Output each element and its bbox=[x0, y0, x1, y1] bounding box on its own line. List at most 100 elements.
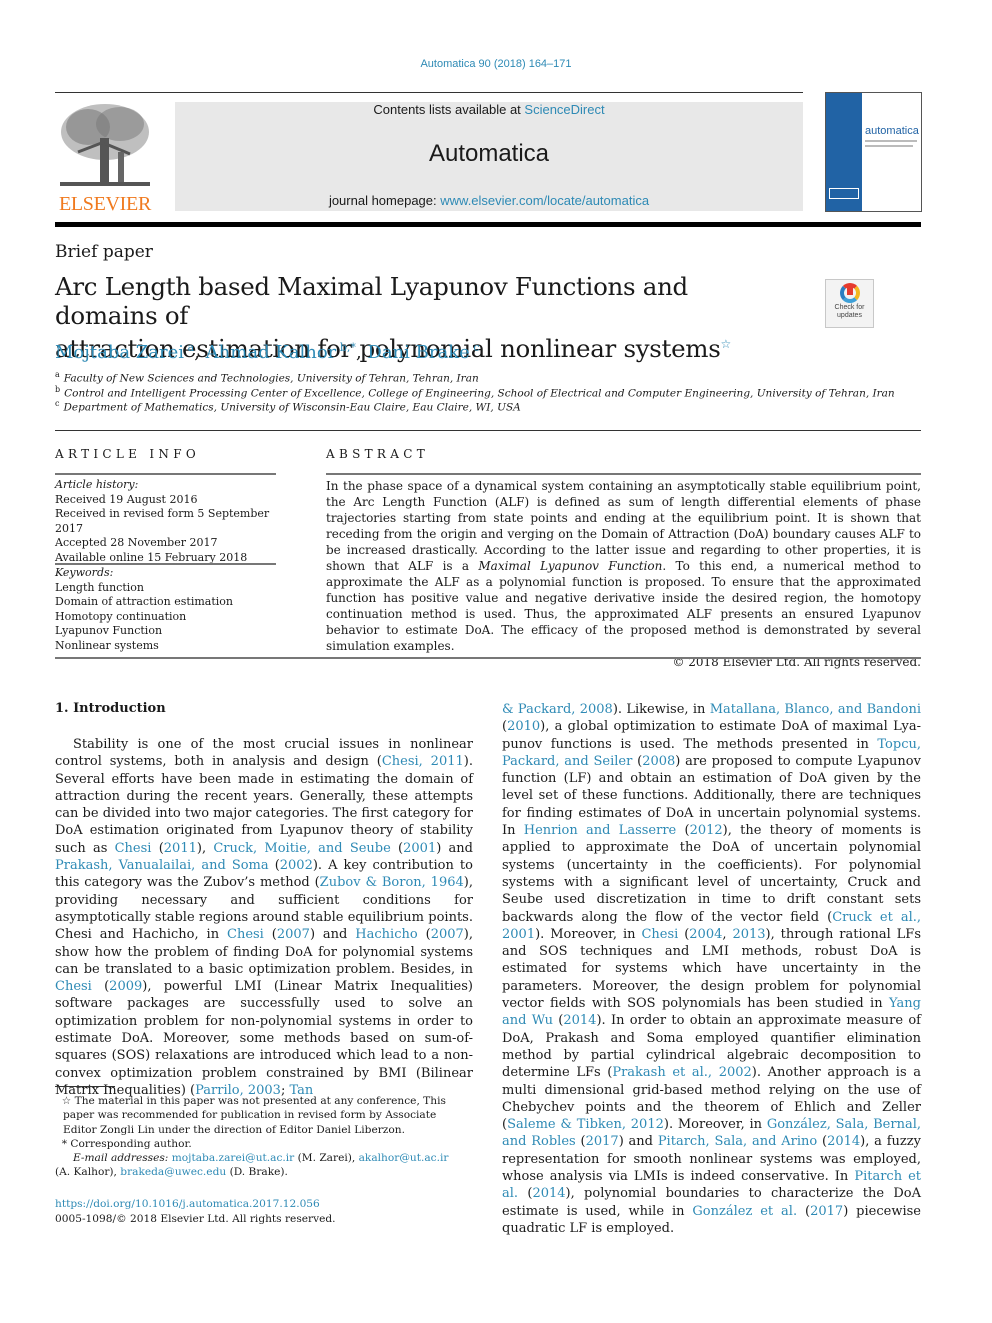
article-history: Article history: Received 19 August 2016… bbox=[55, 478, 280, 565]
cover-title: automatica bbox=[865, 125, 919, 137]
citation-link[interactable]: 2007 bbox=[277, 927, 310, 942]
citation-link[interactable]: 2014 bbox=[827, 1134, 860, 1149]
author-link[interactable]: Mojtaba Zarei bbox=[55, 342, 184, 363]
citation-link[interactable]: Prakash et al., 2002 bbox=[612, 1065, 751, 1080]
keyword-item: Length function bbox=[55, 580, 144, 594]
citation-link[interactable]: González et al. bbox=[692, 1204, 797, 1219]
elsevier-wordmark: ELSEVIER bbox=[58, 193, 152, 215]
citation-link[interactable]: 2009 bbox=[109, 979, 142, 994]
footnote-emails: E-mail addresses: mojtaba.zarei@ut.ac.ir… bbox=[55, 1152, 449, 1179]
footnote-rule bbox=[55, 1086, 115, 1087]
citation-link[interactable]: Saleme & Tibken, 2012 bbox=[507, 1117, 664, 1132]
email-label: E-mail addresses: bbox=[73, 1152, 169, 1165]
author-affil-sup[interactable]: c bbox=[473, 341, 479, 354]
citation-link[interactable]: Pitarch, Sala, and Arino bbox=[658, 1134, 817, 1149]
body-text: ) and bbox=[618, 1134, 658, 1150]
citation-link[interactable]: Hachicho bbox=[355, 927, 417, 942]
body-text: ( bbox=[676, 823, 690, 839]
citation-link[interactable]: Henrion and Lasserre bbox=[524, 823, 676, 838]
citation-link[interactable]: 2002 bbox=[280, 858, 313, 873]
citation-link[interactable]: & Packard, 2008 bbox=[502, 702, 613, 717]
contents-prefix: Contents lists available at bbox=[373, 102, 525, 117]
body-text: ( bbox=[552, 1013, 564, 1029]
citation-link[interactable]: 2004 bbox=[689, 927, 722, 942]
doi-block: https://doi.org/10.1016/j.automatica.201… bbox=[55, 1197, 336, 1227]
citation-link[interactable]: Zubov & Boron, 1964 bbox=[320, 875, 464, 890]
affiliation-text: Control and Intelligent Processing Cente… bbox=[64, 387, 895, 400]
author-list: Mojtaba Zarei a, Ahmad Kalhor b,*, Dani … bbox=[55, 341, 480, 363]
check-for-updates-button[interactable]: Check for updates bbox=[825, 279, 874, 328]
citation-link[interactable]: 2011 bbox=[164, 841, 197, 856]
body-text: ) and bbox=[309, 927, 356, 943]
asterisk-icon: * bbox=[61, 1137, 68, 1150]
crossmark-label-2: updates bbox=[837, 312, 862, 319]
author-link[interactable]: Dani Brake bbox=[367, 342, 469, 363]
body-text: ( bbox=[678, 926, 690, 942]
body-text: ), a global optimization to estimate DoA… bbox=[502, 719, 921, 752]
header-rule bbox=[55, 92, 803, 93]
email-link[interactable]: akalhor@ut.ac.ir bbox=[359, 1152, 449, 1164]
citation-link[interactable]: 2010 bbox=[507, 719, 540, 734]
abstract-emphasis: Maximal Lyapunov Function bbox=[478, 559, 663, 573]
tree-icon bbox=[60, 104, 150, 186]
author-link[interactable]: Ahmad Kalhor bbox=[206, 342, 337, 363]
citation-link[interactable]: 2013 bbox=[732, 927, 765, 942]
section-divider bbox=[55, 430, 921, 431]
title-line-1: Arc Length based Maximal Lyapunov Functi… bbox=[55, 272, 688, 330]
affiliation-mark: a bbox=[55, 370, 60, 379]
section-heading-introduction: 1. Introduction bbox=[55, 701, 166, 716]
citation-link[interactable]: Chesi bbox=[55, 979, 92, 994]
citation-link[interactable]: 2017 bbox=[810, 1204, 843, 1219]
keyword-item: Homotopy continuation bbox=[55, 609, 187, 623]
body-text: ( bbox=[797, 1203, 811, 1219]
doi-link[interactable]: https://doi.org/10.1016/j.automatica.201… bbox=[55, 1197, 336, 1212]
affiliation-mark: c bbox=[55, 399, 60, 408]
body-text: ( bbox=[417, 927, 431, 943]
history-item: Received in revised form 5 September 201… bbox=[55, 507, 270, 535]
body-text: ) and bbox=[436, 840, 473, 856]
footnote-star: ☆ The material in this paper was not pre… bbox=[55, 1094, 473, 1137]
citation-link[interactable]: 2014 bbox=[532, 1186, 565, 1201]
footnote-text: The material in this paper was not prese… bbox=[63, 1095, 446, 1136]
header-thick-rule bbox=[55, 222, 921, 227]
cover-subtitle-line bbox=[865, 145, 913, 147]
elsevier-logo[interactable]: ELSEVIER bbox=[55, 102, 155, 215]
footnote-text: Corresponding author. bbox=[70, 1137, 192, 1150]
citation-link[interactable]: Prakash, Vanualailai, and Soma bbox=[55, 858, 269, 873]
sciencedirect-link[interactable]: ScienceDirect bbox=[524, 102, 604, 117]
divider bbox=[55, 473, 276, 475]
citation-link[interactable]: Matallana, Blanco, and Bandoni bbox=[710, 702, 921, 717]
homepage-prefix: journal homepage: bbox=[328, 193, 441, 208]
citation-link[interactable]: Chesi bbox=[641, 927, 678, 942]
body-column-right: & Packard, 2008). Likewise, in Matallana… bbox=[502, 701, 921, 1237]
author-affil-sup[interactable]: b,* bbox=[340, 341, 356, 354]
journal-reference-link[interactable]: Automatica 90 (2018) 164–171 bbox=[0, 58, 992, 70]
body-text: ), powerful LMI (Linear Matrix Inequalit… bbox=[55, 979, 473, 1098]
journal-cover-thumbnail[interactable]: automatica bbox=[825, 92, 922, 212]
citation-link[interactable]: 2012 bbox=[690, 823, 723, 838]
citation-link[interactable]: 2008 bbox=[642, 754, 675, 769]
body-text: ( bbox=[817, 1134, 828, 1150]
citation-link[interactable]: Chesi, 2011 bbox=[382, 754, 464, 769]
citation-link[interactable]: Chesi bbox=[227, 927, 264, 942]
citation-link[interactable]: Cruck, Moitie, and Seube bbox=[213, 841, 390, 856]
citation-link[interactable]: 2017 bbox=[586, 1134, 619, 1149]
citation-link[interactable]: 2014 bbox=[563, 1013, 596, 1028]
citation-link[interactable]: 2007 bbox=[431, 927, 464, 942]
citation-link[interactable]: Chesi bbox=[115, 841, 152, 856]
email-owner: (M. Zarei) bbox=[297, 1152, 352, 1165]
body-text: ( bbox=[151, 840, 164, 856]
body-text: ( bbox=[263, 927, 277, 943]
journal-homepage-link[interactable]: www.elsevier.com/locate/automatica bbox=[440, 193, 649, 208]
email-link[interactable]: brakeda@uwec.edu bbox=[120, 1166, 226, 1178]
email-link[interactable]: mojtaba.zarei@ut.ac.ir bbox=[172, 1152, 294, 1164]
affiliation-mark: b bbox=[55, 385, 61, 394]
journal-header-box: Contents lists available at ScienceDirec… bbox=[175, 102, 803, 211]
citation-link[interactable]: 2001 bbox=[403, 841, 436, 856]
paragraph: Stability is one of the most crucial iss… bbox=[55, 736, 473, 1099]
abstract-body: In the phase space of a dynamical system… bbox=[326, 478, 921, 670]
cover-subtitle-line bbox=[865, 140, 917, 142]
title-footnote-star-icon[interactable]: ☆ bbox=[720, 337, 731, 351]
article-info-heading: ARTICLE INFO bbox=[55, 447, 200, 461]
body-text: ( bbox=[91, 979, 110, 995]
